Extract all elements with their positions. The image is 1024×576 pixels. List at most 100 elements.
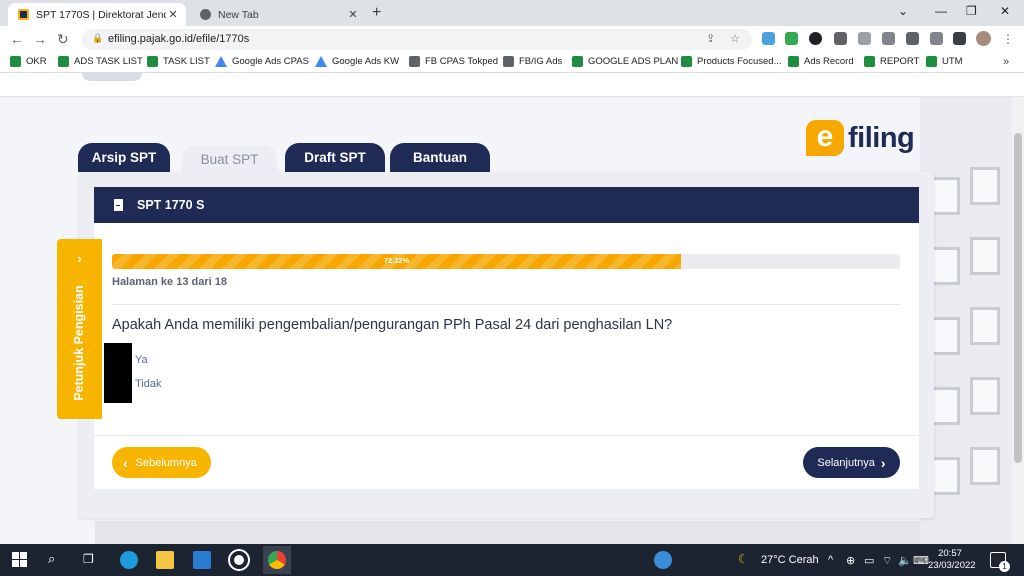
chrome-favicon-icon bbox=[200, 9, 211, 20]
address-bar[interactable]: 🔒 efiling.pajak.go.id/efile/1770s ⇪ ☆ bbox=[82, 29, 752, 50]
windows-start-icon[interactable] bbox=[11, 551, 29, 569]
scrollbar-thumb[interactable] bbox=[1014, 133, 1022, 463]
minimize-button[interactable]: — bbox=[935, 4, 947, 18]
side-panel-icon[interactable] bbox=[953, 32, 966, 45]
forward-button[interactable]: → bbox=[33, 31, 47, 47]
bookmark-item[interactable]: ADS TASK LIST bbox=[58, 56, 143, 67]
bookmark-label: Google Ads CPAS bbox=[232, 56, 309, 67]
bookmark-star-icon[interactable]: ☆ bbox=[730, 32, 740, 45]
bookmark-item[interactable]: Google Ads KW bbox=[315, 56, 399, 67]
bookmarks-overflow-button[interactable]: » bbox=[1003, 56, 1009, 68]
bookmark-label: FB/IG Ads bbox=[519, 56, 563, 67]
bookmark-label: Google Ads KW bbox=[332, 56, 400, 67]
bookmark-item[interactable]: FB/IG Ads bbox=[503, 56, 562, 67]
browser-tab-strip: SPT 1770S | Direktorat Jenderal P ✕ New … bbox=[0, 0, 1024, 26]
next-button[interactable]: Selanjutnya › bbox=[803, 447, 900, 478]
restore-button[interactable]: ❐ bbox=[966, 4, 977, 18]
sheets-icon bbox=[10, 56, 21, 67]
extensions-puzzle-icon[interactable] bbox=[906, 32, 919, 45]
background-building-image bbox=[920, 97, 1024, 544]
page-viewport: e filing Arsip SPT Buat SPT Draft SPT Ba… bbox=[0, 73, 1024, 544]
divider bbox=[112, 304, 900, 305]
weather-text[interactable]: 27°C Cerah bbox=[761, 554, 819, 566]
clock-time: 20:57 bbox=[938, 548, 962, 559]
bookmark-item[interactable]: OKR bbox=[10, 56, 47, 67]
extension-box-icon[interactable] bbox=[834, 32, 847, 45]
option-tidak[interactable]: Tidak bbox=[135, 378, 162, 390]
filling-guide-label: Petunjuk Pengisian bbox=[72, 285, 86, 401]
file-explorer-icon[interactable] bbox=[156, 551, 174, 569]
weather-moon-icon[interactable]: ☾ bbox=[738, 552, 749, 566]
edge-icon[interactable] bbox=[120, 551, 138, 569]
back-button[interactable]: ← bbox=[10, 31, 24, 47]
extension-k-icon[interactable] bbox=[809, 32, 822, 45]
close-tab-icon[interactable]: ✕ bbox=[166, 8, 180, 21]
bookmark-item[interactable]: Google Ads CPAS bbox=[215, 56, 309, 67]
form-card: SPT 1770 S 72.22% Halaman ke 13 dari 18 … bbox=[79, 172, 934, 518]
bookmark-item[interactable]: Products Focused... bbox=[681, 56, 781, 67]
extension-grid-icon[interactable] bbox=[858, 32, 871, 45]
tab-buat-spt[interactable]: Buat SPT bbox=[182, 145, 277, 174]
tab-search-icon[interactable]: ⌄ bbox=[898, 4, 908, 18]
chrome-menu-icon[interactable]: ⋮ bbox=[1002, 32, 1014, 46]
extension-code-icon[interactable] bbox=[882, 32, 895, 45]
divider bbox=[94, 435, 919, 436]
help-icon[interactable] bbox=[654, 551, 672, 569]
chrome-taskbar-item[interactable] bbox=[263, 546, 291, 574]
volume-icon[interactable]: 🔈 bbox=[898, 554, 912, 567]
previous-button[interactable]: ‹ Sebelumnya bbox=[112, 447, 211, 478]
chevron-left-icon: ‹ bbox=[123, 454, 128, 471]
site-header bbox=[0, 73, 1024, 97]
new-tab-button[interactable]: + bbox=[372, 4, 381, 22]
profile-avatar[interactable] bbox=[976, 31, 991, 46]
spt-panel: SPT 1770 S 72.22% Halaman ke 13 dari 18 … bbox=[94, 187, 919, 489]
reload-button[interactable]: ↻ bbox=[57, 31, 69, 48]
keyboard-icon[interactable]: ⌨ bbox=[913, 554, 929, 567]
notification-badge: 1 bbox=[999, 561, 1010, 572]
tab-arsip-spt[interactable]: Arsip SPT bbox=[78, 143, 170, 172]
url-text[interactable]: efiling.pajak.go.id/efile/1770s bbox=[108, 33, 249, 45]
redacted-radio-buttons[interactable] bbox=[104, 343, 132, 403]
tray-overflow-icon[interactable]: ^ bbox=[828, 554, 833, 566]
system-clock[interactable]: 20:57 23/03/2022 bbox=[928, 548, 976, 572]
extension-chart-icon[interactable] bbox=[785, 32, 798, 45]
google-ads-icon bbox=[215, 56, 227, 67]
chevron-right-icon: › bbox=[880, 454, 886, 471]
bookmark-item[interactable]: UTM bbox=[926, 56, 963, 67]
bookmark-item[interactable]: Ads Record bbox=[788, 56, 854, 67]
task-view-icon[interactable]: ❐ bbox=[83, 552, 94, 566]
bookmark-item[interactable]: FB CPAS Tokped bbox=[409, 56, 498, 67]
filling-guide-tab[interactable]: › Petunjuk Pengisian bbox=[57, 239, 102, 419]
network-icon[interactable]: ▭ bbox=[864, 554, 874, 567]
browser-tab-new-tab[interactable]: New Tab ✕ bbox=[190, 3, 366, 26]
chevron-right-icon: › bbox=[77, 251, 82, 266]
panel-header: SPT 1770 S bbox=[94, 187, 919, 223]
previous-label: Sebelumnya bbox=[135, 456, 197, 469]
background-building-base bbox=[95, 521, 920, 544]
bookmark-item[interactable]: REPORT bbox=[864, 56, 919, 67]
bookmark-label: ADS TASK LIST bbox=[74, 56, 143, 67]
meet-now-icon[interactable]: ⊕ bbox=[846, 554, 855, 567]
close-tab-icon[interactable]: ✕ bbox=[346, 8, 360, 21]
tab-draft-spt[interactable]: Draft SPT bbox=[285, 143, 385, 172]
mail-icon[interactable] bbox=[193, 551, 211, 569]
github-icon[interactable] bbox=[230, 551, 248, 569]
notification-icon[interactable]: 1 bbox=[990, 552, 1010, 572]
share-icon[interactable]: ⇪ bbox=[706, 32, 715, 45]
lock-icon[interactable]: 🔒 bbox=[92, 33, 103, 44]
bookmark-item[interactable]: GOOGLE ADS PLAN bbox=[572, 56, 678, 67]
tab-bantuan[interactable]: Bantuan bbox=[390, 143, 490, 172]
building-window bbox=[930, 317, 960, 355]
building-window bbox=[930, 387, 960, 425]
sheets-icon bbox=[788, 56, 799, 67]
building-window bbox=[970, 237, 1000, 275]
option-ya[interactable]: Ya bbox=[135, 354, 148, 366]
extension-link-icon[interactable] bbox=[762, 32, 775, 45]
wifi-icon[interactable]: ⌔ bbox=[882, 554, 892, 568]
search-icon[interactable]: ⌕ bbox=[48, 551, 55, 567]
reading-list-icon[interactable] bbox=[930, 32, 943, 45]
browser-tab-efiling[interactable]: SPT 1770S | Direktorat Jenderal P ✕ bbox=[8, 3, 186, 26]
bookmark-label: GOOGLE ADS PLAN bbox=[588, 56, 679, 67]
close-window-button[interactable]: ✕ bbox=[1000, 4, 1010, 18]
bookmark-item[interactable]: TASK LIST bbox=[147, 56, 210, 67]
